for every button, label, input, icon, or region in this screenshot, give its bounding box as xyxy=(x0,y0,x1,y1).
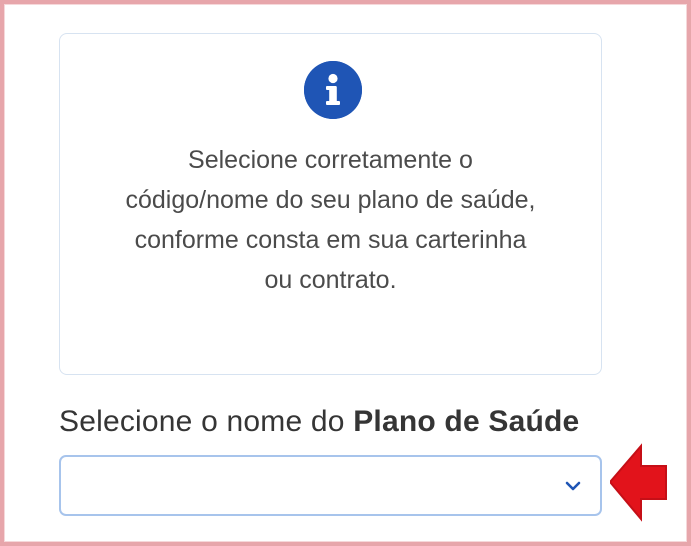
info-icon xyxy=(304,61,362,119)
info-message-line: Selecione corretamente o xyxy=(188,146,473,174)
health-plan-select[interactable] xyxy=(59,455,602,516)
chevron-down-icon[interactable] xyxy=(564,477,582,495)
info-message-line: ou contrato. xyxy=(264,266,397,294)
left-arrow-icon xyxy=(610,442,669,523)
screenshot-frame: Selecione corretamente o código/nome do … xyxy=(0,0,691,546)
health-plan-select-label: Selecione o nome do Plano de Saúde xyxy=(59,404,579,440)
info-message: Selecione corretamente o código/nome do … xyxy=(60,140,601,300)
label-regular-text: Selecione o nome do xyxy=(59,405,354,438)
info-message-line: código/nome do seu plano de saúde, xyxy=(125,186,536,214)
info-message-line: conforme consta em sua carterinha xyxy=(134,226,527,254)
label-bold-text: Plano de Saúde xyxy=(353,405,580,438)
info-card: Selecione corretamente o código/nome do … xyxy=(59,33,602,375)
